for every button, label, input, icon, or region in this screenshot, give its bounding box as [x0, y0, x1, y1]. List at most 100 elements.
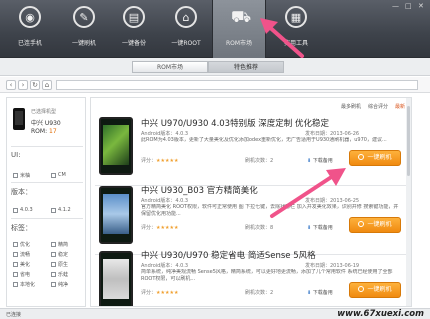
flash-icon [358, 154, 365, 160]
minimize-button[interactable]: — [392, 2, 399, 10]
refresh-button[interactable]: ↻ [30, 80, 40, 90]
toolbar-rom-market[interactable]: ⛟ ROM市场 [212, 0, 266, 58]
filter-checkbox[interactable]: 精简 [51, 241, 68, 248]
tab-rom-market[interactable]: ROM市场 [132, 61, 208, 73]
tag-filter-title: 标签： [11, 224, 32, 232]
main-toolbar: ◉ 已连手机 ✎ 一键刷机 ▤ 一键备份 ⌂ 一键ROOT ⛟ ROM市场 ▦ … [0, 0, 430, 58]
rom-count: ROM: 17 [31, 128, 57, 135]
rom-screenshot [99, 251, 133, 306]
rom-date: 发布日期：2013-06-25 [305, 198, 360, 204]
star-rating-icon: ★★★★★ [156, 158, 179, 164]
filter-sidebar: 已选择机型 中兴 U930 ROM: 17 UI: 米柚 CM 版本： 4.0.… [6, 97, 86, 307]
toolbar-label: 已连手机 [17, 40, 42, 47]
phone-thumbnail [13, 108, 25, 130]
toolbar-backup[interactable]: ▤ 一键备份 [106, 0, 162, 58]
rom-count-label: ROM: [31, 128, 48, 135]
tab-featured[interactable]: 特色推荐 [208, 61, 284, 73]
rom-screenshot [99, 186, 133, 244]
rom-rating: 评分：★★★★★ [141, 290, 179, 296]
filter-checkbox[interactable]: 4.0.3 [13, 207, 33, 213]
filter-checkbox[interactable]: 稳定 [51, 251, 68, 258]
download-icon: ⬇ [307, 225, 312, 231]
toolbar-label: 一键备份 [121, 40, 146, 47]
home-button[interactable]: ⌂ [42, 80, 52, 90]
list-item[interactable]: 中兴 U930/U970 稳定省电 简适Sense 5风格 Android版本：… [95, 246, 407, 306]
toolbar-tools[interactable]: ▦ 实用工具 [268, 0, 324, 58]
android-icon: ◉ [19, 6, 41, 28]
toolbar-label: 一键刷机 [71, 40, 96, 47]
maximize-button[interactable]: □ [405, 2, 412, 10]
tab-bar: ROM市场 特色推荐 [0, 58, 430, 76]
rom-screenshot [99, 117, 133, 175]
one-click-flash-button[interactable]: 一键刷机 [349, 150, 401, 166]
rom-list: 最多刷机 综合评分 最新 中兴 U970/U930 4.03特别版 深度定制 优… [90, 97, 412, 307]
filter-checkbox[interactable]: 乐蛙 [51, 271, 68, 278]
forward-button[interactable]: › [18, 80, 28, 90]
rom-rating: 评分：★★★★★ [141, 158, 179, 164]
one-click-flash-button[interactable]: 一键刷机 [349, 282, 401, 298]
version-filter-title: 版本： [11, 188, 32, 196]
list-item[interactable]: 中兴 U930_B03 官方精简美化 Android版本：4.0.3 发布日期：… [95, 181, 407, 255]
filter-checkbox[interactable]: 纯净 [51, 281, 68, 288]
flash-icon: ✎ [73, 6, 95, 28]
filter-checkbox[interactable]: 原生 [51, 261, 68, 268]
address-field[interactable] [56, 80, 418, 90]
toolbar-label: 一键ROOT [171, 40, 201, 47]
download-link[interactable]: ⬇ 下载备用 [307, 224, 333, 231]
lock-icon: ⌂ [175, 6, 197, 28]
rom-date: 发布日期：2013-06-26 [305, 131, 360, 137]
scrollbar[interactable] [406, 98, 411, 306]
rom-rating: 评分：★★★★★ [141, 225, 179, 231]
flash-icon [358, 221, 365, 227]
selected-device-title: 已选择机型 [31, 109, 57, 115]
rom-description: 简单系统，纯净美观流畅 Sense5风格，精简系统，可以更好地更流畅，添加了几个… [141, 269, 393, 282]
divider [11, 182, 83, 183]
rom-description: 官方精简美化 ROOT权限，软件可正常使用 图 下拉七键，去除状态栏 加入并发美… [141, 204, 399, 217]
filter-checkbox[interactable]: CM [51, 172, 66, 178]
sort-most-flashed[interactable]: 最多刷机 [341, 103, 361, 110]
star-rating-icon: ★★★★★ [156, 290, 179, 296]
download-link[interactable]: ⬇ 下载备用 [307, 157, 333, 164]
filter-checkbox[interactable]: 优化 [13, 241, 30, 248]
scrollbar-thumb[interactable] [407, 106, 410, 176]
rom-version: Android版本：4.0.3 [141, 263, 189, 269]
sort-bar: 最多刷机 综合评分 最新 [334, 103, 405, 110]
toolbox-icon: ▦ [285, 6, 307, 28]
sort-newest[interactable]: 最新 [395, 103, 405, 110]
rom-description: 此ROM为4.03版本，更新了大量美化及优化添加odex重新优化，无广告适用于U… [141, 137, 387, 143]
rom-title[interactable]: 中兴 U970/U930 4.03特别版 深度定制 优化稳定 [141, 117, 329, 129]
toolbar-label: ROM市场 [225, 40, 253, 47]
sort-rating[interactable]: 综合评分 [368, 103, 388, 110]
navigation-bar: ‹ › ↻ ⌂ [0, 77, 430, 93]
filter-checkbox[interactable]: 4.1.2 [51, 207, 71, 213]
rom-version: Android版本：4.0.3 [141, 131, 189, 137]
toolbar-flash[interactable]: ✎ 一键刷机 [56, 0, 112, 58]
rom-date: 发布日期：2013-06-19 [305, 263, 360, 269]
connection-status: 已连接 [6, 312, 22, 318]
back-button[interactable]: ‹ [6, 80, 16, 90]
toolbar-root[interactable]: ⌂ 一键ROOT [158, 0, 214, 58]
flash-icon [358, 286, 365, 292]
backup-icon: ▤ [123, 6, 145, 28]
one-click-flash-button[interactable]: 一键刷机 [349, 217, 401, 233]
filter-checkbox[interactable]: 美化 [13, 261, 30, 268]
cart-icon: ⛟ [230, 6, 252, 26]
rom-flash-count: 刷机次数：2 [245, 290, 274, 296]
rom-count-value: 17 [49, 128, 57, 135]
status-bar: 已连接 www.67xuexi.com [0, 308, 430, 319]
rom-title[interactable]: 中兴 U930/U970 稳定省电 简适Sense 5风格 [141, 249, 316, 261]
rom-title[interactable]: 中兴 U930_B03 官方精简美化 [141, 184, 258, 196]
close-button[interactable]: ✕ [418, 2, 424, 10]
filter-checkbox[interactable]: 本地化 [13, 281, 35, 288]
download-icon: ⬇ [307, 290, 312, 296]
toolbar-connected-phone[interactable]: ◉ 已连手机 [2, 0, 58, 58]
filter-checkbox[interactable]: 流畅 [13, 251, 30, 258]
download-icon: ⬇ [307, 158, 312, 164]
divider [11, 146, 83, 147]
filter-checkbox[interactable]: 省电 [13, 271, 30, 278]
toolbar-label: 实用工具 [283, 40, 308, 47]
download-link[interactable]: ⬇ 下载备用 [307, 289, 333, 296]
filter-checkbox[interactable]: 米柚 [13, 172, 30, 179]
list-item[interactable]: 中兴 U970/U930 4.03特别版 深度定制 优化稳定 Android版本… [95, 112, 407, 186]
selected-device-model: 中兴 U930 [31, 120, 61, 127]
